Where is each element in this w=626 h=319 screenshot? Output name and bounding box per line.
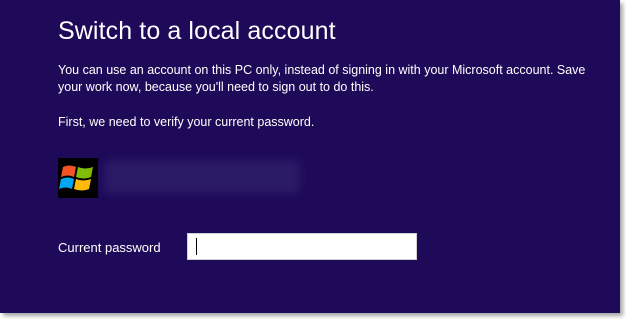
verify-prompt-text: First, we need to verify your current pa… <box>58 115 315 129</box>
redacted-account-name <box>104 160 300 194</box>
avatar <box>58 158 98 198</box>
account-tile <box>58 158 318 200</box>
page-title: Switch to a local account <box>58 17 336 45</box>
current-password-label: Current password <box>58 240 161 255</box>
windows-logo-icon <box>58 158 98 198</box>
current-password-field[interactable] <box>187 233 417 260</box>
switch-account-dialog: Switch to a local account You can use an… <box>0 0 620 313</box>
text-caret <box>196 238 197 255</box>
description-text: You can use an account on this PC only, … <box>58 63 586 94</box>
